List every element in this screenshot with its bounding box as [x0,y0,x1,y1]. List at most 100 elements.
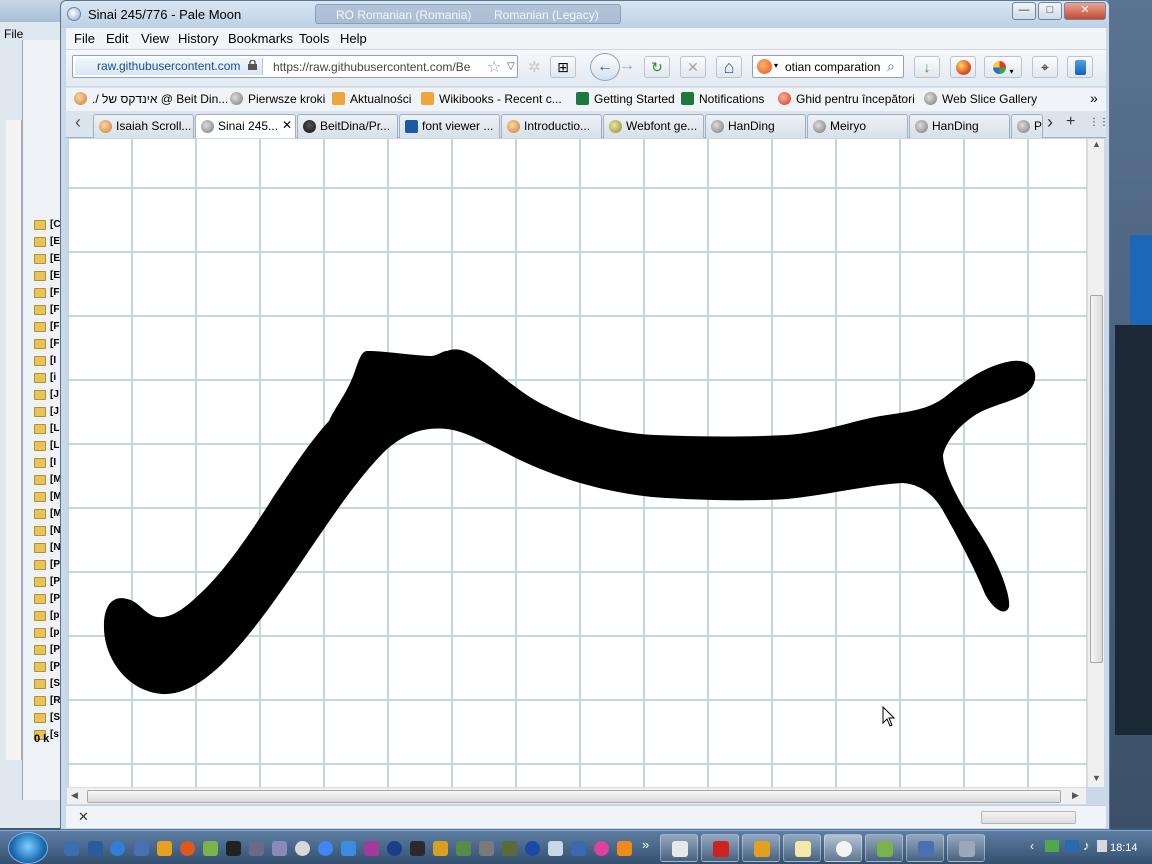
bookmark-item[interactable]: Wikibooks - Recent c... [421,92,562,106]
menu-tools[interactable]: Tools [299,31,329,46]
new-tab-button[interactable]: + [1066,113,1075,131]
menu-help[interactable]: Help [340,31,367,46]
firefox-addon-button[interactable] [950,56,976,78]
bookmark-item[interactable]: Getting Started [576,92,675,106]
menu-view[interactable]: View [141,31,169,46]
vertical-scrollbar[interactable]: ▲ ▼ [1087,139,1104,787]
maximize-button[interactable]: □ [1038,2,1062,20]
start-button[interactable] [8,832,48,864]
bookmark-star-icon[interactable]: ☆ [487,57,501,77]
search-engine-dropdown-icon[interactable]: ▾ [774,61,778,70]
pen-quicklaunch-icon[interactable] [341,841,356,856]
search-input[interactable]: otian comparation [785,60,881,74]
taskbar-app-button[interactable] [865,834,903,862]
bookmark-item[interactable]: ./ אינדקס של @ Beit Din... [74,92,228,106]
tab-scroll-left-button[interactable]: ‹ [75,112,81,133]
taskbar-app-button[interactable] [742,834,780,862]
globe-quicklaunch-icon[interactable] [525,841,540,856]
grid-quicklaunch-icon[interactable] [249,841,264,856]
taskbar-app-button[interactable] [660,834,698,862]
tab-webfont-generator[interactable]: Webfont ge... [603,114,704,138]
tab-groups-button[interactable]: ⊞ [550,56,576,78]
vertical-scroll-thumb[interactable] [1090,295,1103,663]
taskbar-app-button[interactable] [783,834,821,862]
site-identity-button[interactable]: raw.githubusercontent.com [75,58,263,75]
menu-file[interactable]: File [74,31,95,46]
window-quicklaunch-icon[interactable] [571,841,586,856]
title-bar[interactable]: Sinai 245/776 - Pale Moon RO Romanian (R… [61,1,1109,28]
blue-orb-quicklaunch-icon[interactable] [387,841,402,856]
network-tray-icon[interactable] [1045,840,1059,852]
url-dropdown-icon[interactable]: ▽ [507,61,515,72]
settings-target-button[interactable]: ⌖ [1032,56,1058,78]
url-text[interactable]: https://raw.githubusercontent.com/Be [273,60,483,74]
tab-scroll-right-button[interactable]: › [1047,112,1053,133]
disc-quicklaunch-icon[interactable] [295,841,310,856]
pale-moon-app-icon[interactable] [67,7,81,21]
screenshot-quicklaunch-icon[interactable] [548,841,563,856]
volume-tray-icon[interactable]: ♪ [1083,838,1090,853]
menu-history[interactable]: History [178,31,218,46]
bookmark-item[interactable]: Web Slice Gallery [924,92,1037,106]
tab-close-icon[interactable]: ✕ [282,118,292,132]
storage-addon-button[interactable] [1067,56,1093,78]
back-button[interactable]: ← [590,53,620,81]
bookmark-item[interactable]: Aktualności [332,92,411,106]
close-button[interactable]: ✕ [1064,2,1106,20]
scanner-quicklaunch-icon[interactable] [479,841,494,856]
taskbar-app-button[interactable] [906,834,944,862]
bookmarks-overflow-button[interactable]: » [1090,90,1098,106]
tab-partial[interactable]: P [1011,114,1043,138]
background-file-menu[interactable]: File [4,27,23,41]
cmd-quicklaunch-icon[interactable] [226,841,241,856]
minimize-button[interactable]: — [1012,2,1036,20]
scroll-left-arrow-icon[interactable]: ◀ [71,790,78,801]
php-quicklaunch-icon[interactable] [272,841,287,856]
bookmark-item[interactable]: Notifications [681,92,764,106]
keyboard-tray-icon[interactable] [1097,840,1107,852]
menu-edit[interactable]: Edit [106,31,128,46]
gear-quicklaunch-icon[interactable] [203,841,218,856]
scroll-up-arrow-icon[interactable]: ▲ [1092,139,1101,149]
firefox-quicklaunch-icon[interactable] [180,841,195,856]
duckduckgo-icon[interactable] [757,59,772,74]
bookmark-item[interactable]: Pierwsze kroki [230,92,325,106]
scroll-down-arrow-icon[interactable]: ▼ [1092,773,1101,783]
url-bar[interactable]: raw.githubusercontent.com https://raw.gi… [72,55,518,78]
horizontal-scroll-thumb[interactable] [87,790,1061,803]
stop-button[interactable]: ✕ [680,56,706,78]
list-all-tabs-button[interactable]: ⋮⋮ [1089,117,1109,128]
downloads-button[interactable]: ↓ [914,56,940,78]
menu-bookmarks[interactable]: Bookmarks [228,31,293,46]
inkscape-quicklaunch-icon[interactable] [410,841,425,856]
bookmark-item[interactable]: Ghid pentru începători [778,92,915,106]
tab-sinai[interactable]: Sinai 245... ✕ [195,114,296,138]
tab-beitdina[interactable]: BeitDina/Pr... [297,114,398,138]
explorer-quicklaunch-icon[interactable] [88,841,103,856]
taskbar-app-button[interactable] [947,834,985,862]
tab-meiryo[interactable]: Meiryo [807,114,908,138]
ie-quicklaunch-icon[interactable] [110,841,125,856]
search-icon[interactable]: ⌕ [887,58,895,75]
home-button[interactable]: ⌂ [716,56,742,78]
show-desktop-quicklaunch-icon[interactable] [64,841,79,856]
tray-expand-icon[interactable]: ‹ [1030,839,1034,853]
taskbar-palemoon-button[interactable] [824,834,862,862]
taskbar-app-button[interactable] [701,834,739,862]
reload-button[interactable]: ↻ [644,56,670,78]
pencil-quicklaunch-icon[interactable] [433,841,448,856]
horizontal-scrollbar[interactable]: ◀ ▶ [67,787,1086,804]
chrome-quicklaunch-icon[interactable] [318,841,333,856]
tab-font-viewer[interactable]: font viewer ... [399,114,500,138]
quicklaunch-overflow-icon[interactable]: » [642,837,649,852]
media-quicklaunch-icon[interactable] [157,841,172,856]
tab-handing[interactable]: HanDing [705,114,806,138]
forward-button[interactable]: → [619,57,635,75]
gecko-quicklaunch-icon[interactable] [502,841,517,856]
tab-isaiah-scroll[interactable]: Isaiah Scroll... [93,114,194,138]
addon-dropdown-button[interactable]: ▾ [984,56,1022,78]
tab-introduction[interactable]: Introductio... [501,114,602,138]
vlc-quicklaunch-icon[interactable] [617,841,632,856]
archive-quicklaunch-icon[interactable] [364,841,379,856]
status-close-icon[interactable]: ✕ [78,809,89,825]
